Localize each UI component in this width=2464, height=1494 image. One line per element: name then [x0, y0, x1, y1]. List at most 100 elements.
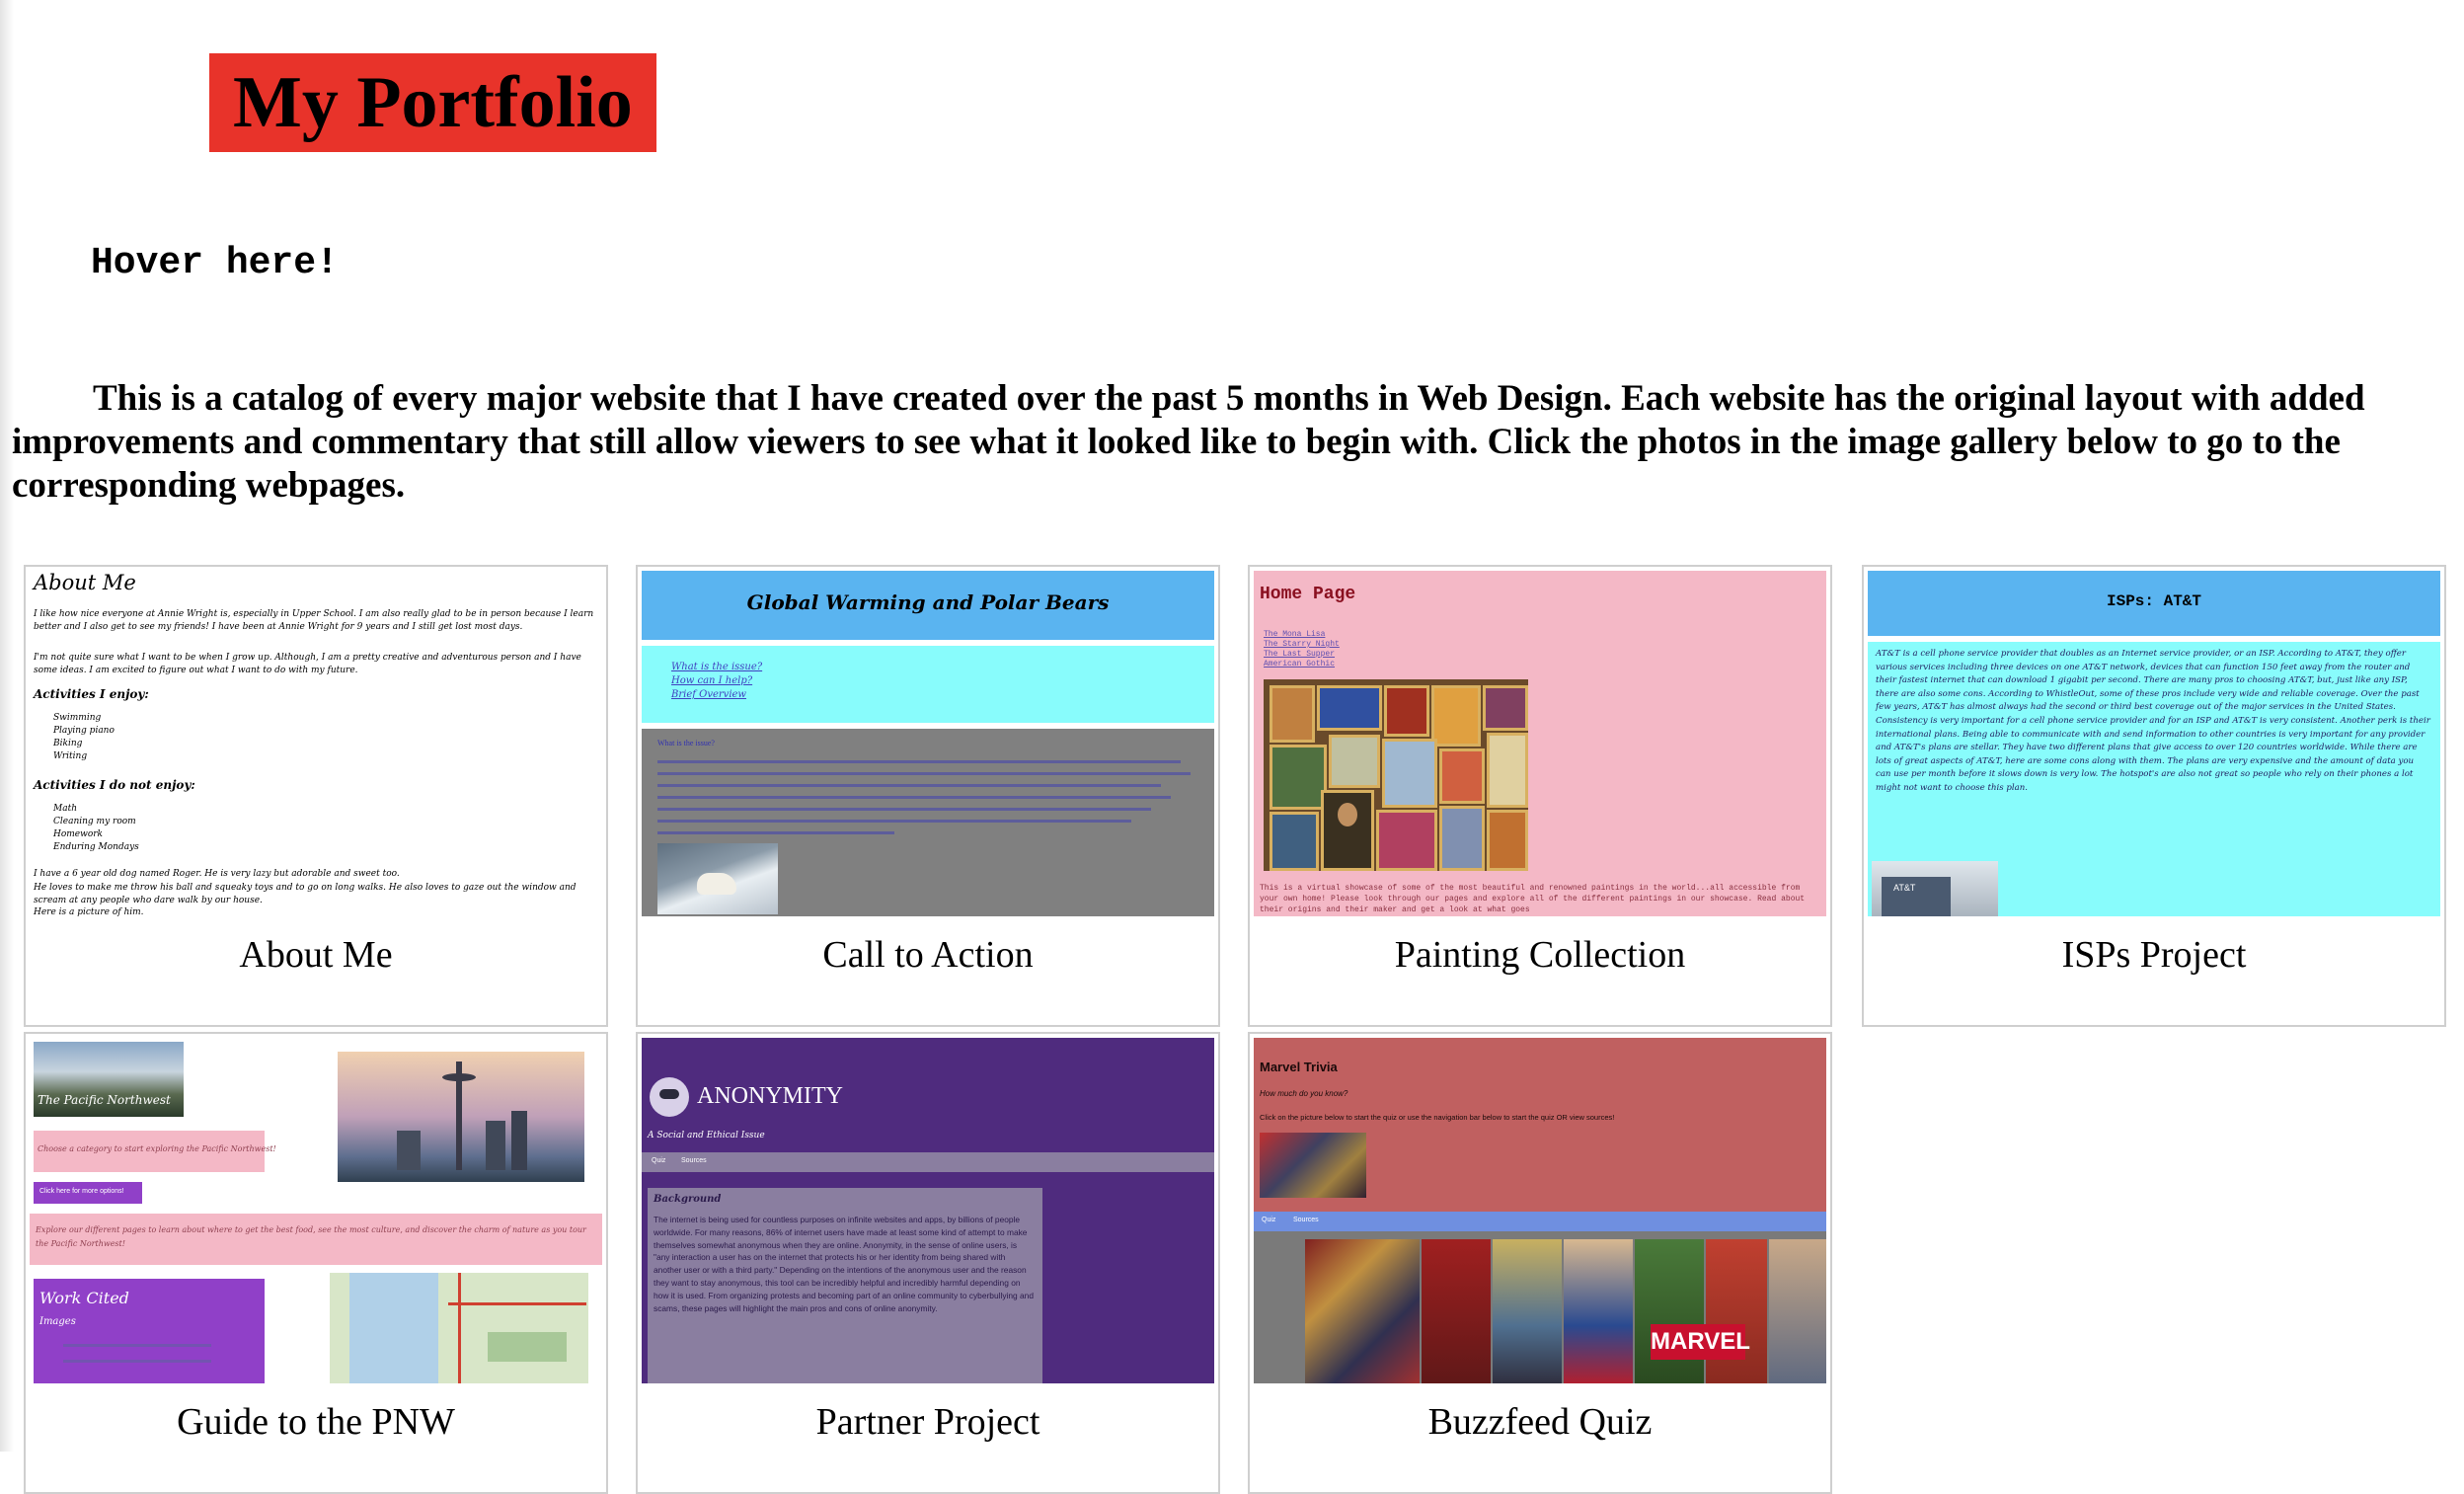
marvel-logo-text: MARVEL	[1651, 1328, 1750, 1355]
att-store-photo: AT&T	[1872, 861, 1998, 916]
painting-link[interactable]: The Starry Night	[1264, 640, 1340, 649]
cta-text-line	[657, 820, 1131, 823]
partner-nav-item[interactable]: Sources	[681, 1157, 707, 1164]
paintings-wall-image	[1264, 679, 1528, 871]
gallery-caption[interactable]: Partner Project	[638, 1397, 1218, 1447]
pnw-more-button[interactable]: Click here for more options!	[34, 1182, 142, 1204]
quiz-thor-figure	[1493, 1239, 1562, 1383]
pnw-work-cited-box: Work Cited Images	[34, 1279, 265, 1383]
quiz-antman-figure	[1422, 1239, 1491, 1383]
quiz-nav-item[interactable]: Sources	[1293, 1217, 1319, 1223]
painting-link[interactable]: American Gothic	[1264, 660, 1335, 668]
call-to-action-thumbnail[interactable]: Global Warming and Polar Bears What is t…	[642, 571, 1214, 916]
pnw-work-cited-heading: Work Cited	[39, 1289, 129, 1307]
isps-project-thumbnail[interactable]: ISPs: AT&T AT&T is a cell phone service …	[1868, 571, 2440, 916]
about-heading: About Me	[34, 571, 136, 594]
quiz-start-image	[1260, 1133, 1366, 1198]
seattle-skyline-photo	[338, 1052, 584, 1182]
pnw-logo-text: The Pacific Northwest	[38, 1093, 171, 1107]
not-enjoy-item: Homework	[53, 829, 104, 839]
cta-text-line	[657, 796, 1171, 799]
cta-link[interactable]: How can I help?	[671, 675, 752, 686]
gallery-caption[interactable]: Painting Collection	[1250, 930, 1830, 980]
about-me-thumbnail[interactable]: About Me I like how nice everyone at Ann…	[30, 571, 602, 916]
gallery-card-isps-project[interactable]: ISPs: AT&T AT&T is a cell phone service …	[1862, 565, 2446, 1027]
pnw-images-heading: Images	[39, 1316, 76, 1327]
gallery-card-partner-project[interactable]: ANONYMITY A Social and Ethical Issue Qui…	[636, 1032, 1220, 1494]
gallery-caption[interactable]: Buzzfeed Quiz	[1250, 1397, 1830, 1447]
gallery-caption[interactable]: Call to Action	[638, 930, 1218, 980]
quiz-avengers-collage	[1305, 1239, 1420, 1383]
cta-text-line	[657, 784, 1161, 787]
not-enjoy-item: Enduring Mondays	[53, 842, 139, 852]
about-dog-3: Here is a picture of him.	[34, 907, 144, 916]
not-enjoy-item: Cleaning my room	[53, 817, 136, 826]
enjoy-item: Writing	[53, 751, 88, 761]
gallery-caption[interactable]: About Me	[26, 930, 606, 980]
quiz-ironman-figure	[1706, 1239, 1767, 1383]
pnw-more-button-label: Click here for more options!	[39, 1188, 124, 1195]
quiz-heading: Marvel Trivia	[1260, 1060, 1338, 1074]
partner-nav-item[interactable]: Quiz	[652, 1157, 665, 1164]
isp-heading: ISPs: AT&T	[2106, 592, 2201, 610]
partner-nav-bar: Quiz Sources	[642, 1152, 1214, 1172]
partner-subtitle: A Social and Ethical Issue	[648, 1131, 765, 1140]
gallery-card-call-to-action[interactable]: Global Warming and Polar Bears What is t…	[636, 565, 1220, 1027]
painting-link[interactable]: The Mona Lisa	[1264, 630, 1325, 639]
pnw-map-image	[330, 1273, 588, 1383]
enjoy-item: Biking	[53, 739, 83, 748]
quiz-instructions: Click on the picture below to start the …	[1260, 1113, 1615, 1122]
intro-paragraph: This is a catalog of every major website…	[12, 378, 2365, 506]
cta-text-line	[657, 808, 1151, 811]
partner-heading: ANONYMITY	[697, 1083, 843, 1109]
pnw-citation-line	[63, 1360, 211, 1363]
cta-text-line	[657, 760, 1181, 763]
cta-section-title: What is the issue?	[657, 739, 715, 747]
painting-heading: Home Page	[1260, 585, 1356, 604]
buzzfeed-quiz-thumbnail[interactable]: Marvel Trivia How much do you know? Clic…	[1254, 1038, 1826, 1383]
gallery-card-buzzfeed-quiz[interactable]: Marvel Trivia How much do you know? Clic…	[1248, 1032, 1832, 1494]
gallery-caption[interactable]: Guide to the PNW	[26, 1397, 606, 1447]
cta-content-box: What is the issue?	[642, 729, 1214, 916]
pnw-citation-line	[63, 1344, 211, 1347]
pnw-category-box: Choose a category to start exploring the…	[34, 1131, 276, 1172]
anonymity-mask-icon	[650, 1077, 689, 1117]
pnw-explore-box: Explore our different pages to learn abo…	[30, 1214, 602, 1265]
cta-text-line	[657, 772, 1191, 775]
not-enjoy-heading: Activities I do not enjoy:	[34, 778, 195, 792]
partner-project-thumbnail[interactable]: ANONYMITY A Social and Ethical Issue Qui…	[642, 1038, 1214, 1383]
cta-heading: Global Warming and Polar Bears	[746, 590, 1110, 614]
enjoy-heading: Activities I enjoy:	[34, 687, 149, 701]
quiz-nav-bar: Quiz Sources	[1254, 1212, 1826, 1231]
enjoy-item: Playing piano	[53, 726, 115, 736]
gallery-card-painting-collection[interactable]: Home Page The Mona Lisa The Starry Night…	[1248, 565, 1832, 1027]
cta-header-bar: Global Warming and Polar Bears	[642, 571, 1214, 640]
gallery-card-guide-to-the-pnw[interactable]: The Pacific Northwest Choose a category …	[24, 1032, 608, 1494]
not-enjoy-item: Math	[53, 804, 77, 814]
painting-collection-thumbnail[interactable]: Home Page The Mona Lisa The Starry Night…	[1254, 571, 1826, 916]
att-logo-text: AT&T	[1893, 883, 1916, 893]
about-dog-2: He loves to make me throw his ball and s…	[34, 883, 577, 905]
isp-body: AT&T is a cell phone service provider th…	[1876, 649, 2430, 793]
pnw-category-text: Choose a category to start exploring the…	[38, 1144, 276, 1153]
about-intro-2: I'm not quite sure what I want to be whe…	[34, 653, 581, 675]
gallery-card-about-me[interactable]: About Me I like how nice everyone at Ann…	[24, 565, 608, 1027]
hover-prompt[interactable]: Hover here!	[91, 239, 339, 288]
gallery-caption[interactable]: ISPs Project	[1864, 930, 2444, 980]
partner-section-title: Background	[654, 1194, 722, 1205]
cta-text-line	[657, 831, 894, 834]
cta-nav-box: What is the issue? How can I help? Brief…	[642, 646, 1214, 723]
about-dog: I have a 6 year old dog named Roger. He …	[34, 869, 400, 879]
about-intro: I like how nice everyone at Annie Wright…	[34, 609, 594, 632]
isp-content-box: AT&T is a cell phone service provider th…	[1868, 642, 2440, 916]
quiz-nav-item[interactable]: Quiz	[1262, 1217, 1275, 1223]
pnw-logo: The Pacific Northwest	[34, 1042, 184, 1117]
quiz-hero-strip: MARVEL	[1254, 1231, 1826, 1383]
quiz-cap-face-figure	[1769, 1239, 1826, 1383]
enjoy-item: Swimming	[53, 713, 102, 723]
painting-link[interactable]: The Last Supper	[1264, 650, 1335, 659]
cta-link[interactable]: What is the issue?	[671, 662, 762, 672]
pnw-thumbnail[interactable]: The Pacific Northwest Choose a category …	[30, 1038, 602, 1383]
cta-link[interactable]: Brief Overview	[671, 689, 746, 700]
window-edge-shadow	[0, 0, 14, 1452]
